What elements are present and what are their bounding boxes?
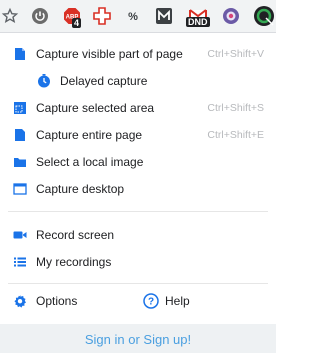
capture-desktop-item[interactable]: Capture desktop	[0, 176, 276, 202]
help-item[interactable]: ? Help	[140, 288, 270, 314]
folder-icon	[13, 155, 27, 169]
capture-visible-label: Capture visible part of page	[36, 47, 183, 61]
gmail-badge: DND	[186, 17, 210, 27]
signin-footer: Sign in or Sign up!	[0, 324, 276, 353]
power-icon[interactable]	[31, 7, 49, 25]
page-visible-icon	[13, 47, 27, 61]
screen-capture-extension-icon[interactable]	[253, 5, 275, 27]
my-recordings-item[interactable]: My recordings	[0, 249, 276, 275]
options-label: Options	[36, 294, 78, 308]
list-icon	[13, 255, 27, 269]
capture-selected-label: Capture selected area	[36, 101, 155, 115]
adblock-badge: 4	[72, 18, 82, 28]
extensions-toolbar: ABP 4 % DND	[0, 0, 276, 33]
timer-icon	[37, 74, 51, 88]
adblock-icon[interactable]: ABP 4	[63, 7, 82, 28]
selection-icon	[13, 101, 27, 115]
capture-selected-shortcut: Ctrl+Shift+S	[207, 102, 264, 114]
options-item[interactable]: Options	[0, 288, 130, 314]
svg-text:%: %	[128, 11, 138, 23]
capture-selected-item[interactable]: Capture selected area Ctrl+Shift+S	[0, 95, 276, 121]
shield-extension-icon[interactable]	[222, 7, 240, 25]
gear-icon	[13, 294, 27, 308]
menu-divider-1	[8, 211, 268, 212]
capture-entire-label: Capture entire page	[36, 128, 143, 142]
star-icon[interactable]	[1, 7, 19, 25]
select-local-image-label: Select a local image	[36, 155, 144, 169]
video-camera-icon	[13, 228, 27, 242]
select-local-image-item[interactable]: Select a local image	[0, 149, 276, 175]
record-screen-label: Record screen	[36, 228, 115, 242]
first-aid-icon[interactable]	[93, 7, 111, 25]
capture-entire-shortcut: Ctrl+Shift+E	[207, 129, 264, 141]
help-icon: ?	[143, 293, 159, 309]
my-recordings-label: My recordings	[36, 255, 112, 269]
capture-desktop-label: Capture desktop	[36, 182, 125, 196]
capture-entire-item[interactable]: Capture entire page Ctrl+Shift+E	[0, 122, 276, 148]
svg-text:?: ?	[148, 297, 154, 308]
signin-link[interactable]: Sign in or Sign up!	[85, 332, 191, 347]
delayed-capture-item[interactable]: Delayed capture	[0, 68, 276, 94]
capture-menu: Capture visible part of page Ctrl+Shift+…	[0, 33, 276, 353]
record-screen-item[interactable]: Record screen	[0, 222, 276, 248]
delayed-capture-label: Delayed capture	[60, 74, 148, 88]
capture-visible-shortcut: Ctrl+Shift+V	[207, 48, 264, 60]
percent-icon[interactable]: %	[124, 7, 142, 25]
help-label: Help	[165, 294, 190, 308]
gmail-icon[interactable]: DND	[186, 7, 210, 27]
full-page-icon	[13, 128, 27, 142]
menu-divider-2	[8, 283, 268, 284]
capture-visible-item[interactable]: Capture visible part of page Ctrl+Shift+…	[0, 41, 276, 67]
desktop-window-icon	[13, 182, 27, 196]
m-logo-icon[interactable]	[155, 7, 173, 25]
